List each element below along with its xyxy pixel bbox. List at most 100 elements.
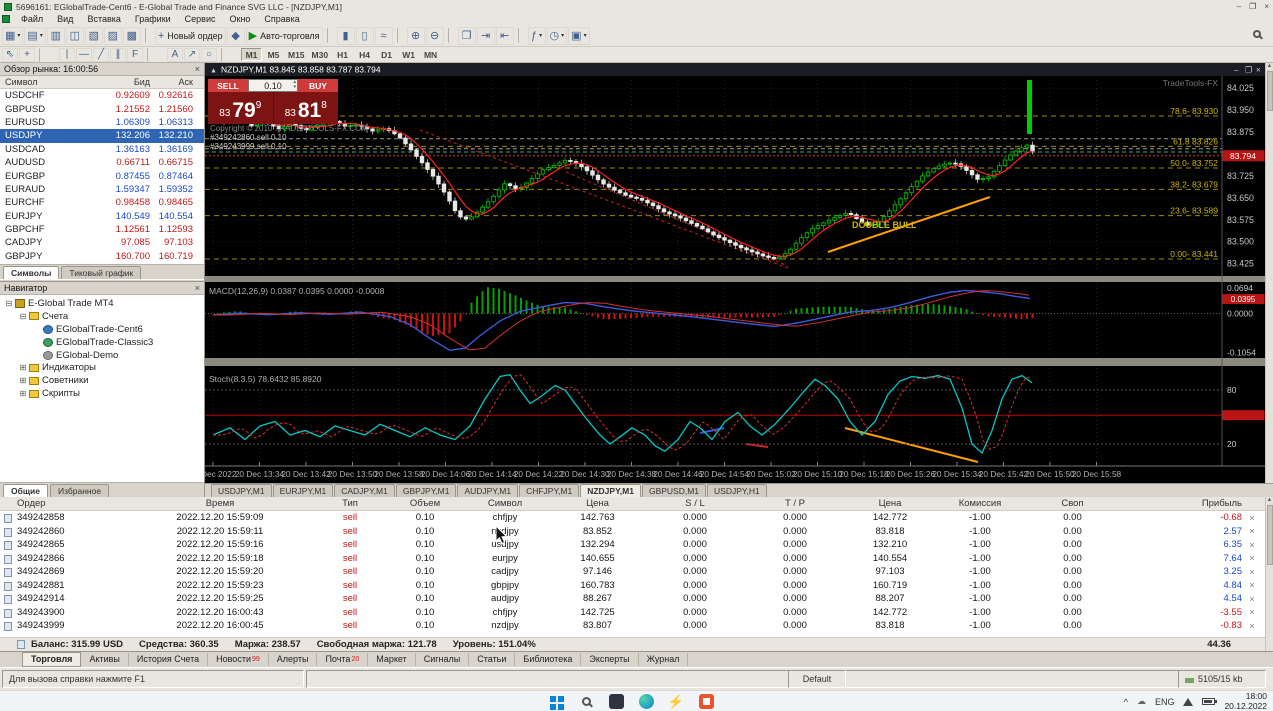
- price-chart[interactable]: ▲NZDJPY,M1 83.845 83.858 83.787 83.794–❐…: [205, 63, 1265, 483]
- candlestick-chart-button[interactable]: ▯: [356, 27, 374, 45]
- chart-shift-button[interactable]: ⇤: [496, 27, 514, 45]
- order-row[interactable]: 349242858 2022.12.20 15:59:09 sell 0.10 …: [0, 511, 1265, 525]
- close-order-button[interactable]: ×: [1242, 526, 1262, 536]
- trendline-tool[interactable]: ╱: [93, 48, 109, 62]
- close-order-button[interactable]: ×: [1242, 553, 1262, 563]
- market-watch-row[interactable]: EURCHF 0.98458 0.98465: [0, 196, 204, 209]
- market-watch-row[interactable]: EURJPY 140.549 140.554: [0, 210, 204, 223]
- edge-browser-icon[interactable]: [638, 694, 654, 710]
- chart-tab-cadjpy-m1[interactable]: CADJPY,M1: [334, 484, 395, 497]
- close-order-button[interactable]: ×: [1242, 580, 1262, 590]
- terminal-tab-news[interactable]: Новости99: [208, 653, 269, 666]
- minimize-button[interactable]: –: [1237, 2, 1241, 11]
- terminal-tab-trade[interactable]: Торговля: [22, 652, 81, 667]
- tf-d1[interactable]: D1: [376, 48, 397, 61]
- terminal-tab-experts[interactable]: Эксперты: [581, 653, 638, 666]
- tf-w1[interactable]: W1: [398, 48, 419, 61]
- crosshair-tool[interactable]: +: [19, 48, 35, 62]
- fibonacci-tool[interactable]: F: [127, 48, 143, 62]
- chart-tab-gbpjpy-m1[interactable]: GBPJPY,M1: [396, 484, 457, 497]
- title-bar[interactable]: 5696161: EGlobalTrade-Cent6 - E-Global T…: [0, 0, 1273, 13]
- menu-item[interactable]: Сервис: [178, 13, 223, 25]
- close-order-button[interactable]: ×: [1242, 513, 1262, 523]
- menu-item[interactable]: Файл: [14, 13, 50, 25]
- data-window-toggle[interactable]: ◫: [66, 27, 84, 45]
- autotrading-button[interactable]: ▶Авто-торговля: [246, 27, 323, 45]
- tf-m5[interactable]: M5: [263, 48, 284, 61]
- navigator-toggle[interactable]: ▧: [85, 27, 103, 45]
- navigator-indicators[interactable]: ⊞ Индикаторы: [0, 361, 204, 374]
- bar-chart-button[interactable]: ▮: [337, 27, 355, 45]
- terminal-tab-articles[interactable]: Статьи: [469, 653, 515, 666]
- line-chart-button[interactable]: ≈: [375, 27, 393, 45]
- market-watch-toggle[interactable]: ▥: [47, 27, 65, 45]
- scroll-thumb[interactable]: [1267, 505, 1273, 565]
- market-watch-row[interactable]: AUDUSD 0.66711 0.66715: [0, 156, 204, 169]
- menu-item[interactable]: Вид: [50, 13, 80, 25]
- market-watch-row[interactable]: GBPCHF 1.12561 1.12593: [0, 223, 204, 236]
- cloud-icon[interactable]: ☁: [1137, 696, 1146, 707]
- expander-icon[interactable]: ⊞: [18, 376, 28, 385]
- close-icon[interactable]: ×: [195, 283, 200, 293]
- tray-chevron-icon[interactable]: ^: [1124, 697, 1128, 707]
- terminal-tab-assets[interactable]: Активы: [81, 653, 128, 666]
- sell-button[interactable]: SELL: [208, 79, 248, 92]
- chart-tab-usdjpy-m1[interactable]: USDJPY,M1: [211, 484, 272, 497]
- terminal-scrollbar[interactable]: ▲: [1265, 497, 1273, 651]
- market-watch-row[interactable]: GBPJPY 160.700 160.719: [0, 250, 204, 263]
- close-order-button[interactable]: ×: [1242, 607, 1262, 617]
- expander-icon[interactable]: ⊟: [18, 312, 28, 321]
- tf-m15[interactable]: M15: [285, 48, 308, 61]
- metaeditor-button[interactable]: ◆: [227, 27, 245, 45]
- order-row[interactable]: 349242866 2022.12.20 15:59:18 sell 0.10 …: [0, 552, 1265, 566]
- chart-tab-nzdjpy-m1[interactable]: NZDJPY,M1: [580, 484, 641, 497]
- terminal-tab-history[interactable]: История Счета: [129, 653, 208, 666]
- menu-item[interactable]: Графики: [128, 13, 178, 25]
- order-row[interactable]: 349242869 2022.12.20 15:59:20 sell 0.10 …: [0, 565, 1265, 579]
- ask-price-display[interactable]: 83 81 8: [273, 92, 339, 124]
- templates-menu-button[interactable]: ▣▾: [568, 27, 589, 45]
- market-watch-row[interactable]: USDCHF 0.92609 0.92616: [0, 89, 204, 102]
- channel-tool[interactable]: ∥: [110, 48, 126, 62]
- arrows-tool[interactable]: ↗: [184, 48, 200, 62]
- order-row[interactable]: 349242865 2022.12.20 15:59:16 sell 0.10 …: [0, 538, 1265, 552]
- order-row[interactable]: 349243900 2022.12.20 16:00:43 sell 0.10 …: [0, 606, 1265, 620]
- strategy-tester-toggle[interactable]: ▩: [123, 27, 141, 45]
- chart-tab-gbpusd-m1[interactable]: GBPUSD,M1: [642, 484, 706, 497]
- market-watch-row[interactable]: GBPUSD 1.21552 1.21560: [0, 102, 204, 115]
- expander-icon[interactable]: ⊞: [18, 363, 28, 372]
- close-order-button[interactable]: ×: [1242, 621, 1262, 631]
- navigator-root[interactable]: ⊟ E-Global Trade MT4: [0, 297, 204, 310]
- shapes-tool[interactable]: ○: [201, 48, 217, 62]
- indicators-menu-button[interactable]: ƒ▾: [528, 27, 546, 45]
- horizontal-line-tool[interactable]: —: [76, 48, 92, 62]
- expander-icon[interactable]: ⊞: [18, 389, 28, 398]
- tab-common[interactable]: Общие: [3, 484, 48, 497]
- account-eglobal-demo[interactable]: EGlobal-Demo: [0, 349, 204, 362]
- close-order-button[interactable]: ×: [1242, 567, 1262, 577]
- account-eglobaltrade-classic3[interactable]: EGlobalTrade-Classic3: [0, 336, 204, 349]
- market-watch-row[interactable]: EURUSD 1.06309 1.06313: [0, 116, 204, 129]
- terminal-tab-alerts[interactable]: Алерты: [269, 653, 318, 666]
- market-watch-row[interactable]: USDCAD 1.36163 1.36169: [0, 143, 204, 156]
- chart-tab-audjpy-m1[interactable]: AUDJPY,M1: [457, 484, 518, 497]
- order-row[interactable]: 349243999 2022.12.20 16:00:45 sell 0.10 …: [0, 619, 1265, 633]
- terminal-tab-mail[interactable]: Почта20: [317, 653, 368, 666]
- bid-price-display[interactable]: 83 79 9: [208, 92, 273, 124]
- terminal-tab-signals[interactable]: Сигналы: [416, 653, 470, 666]
- close-button[interactable]: ×: [1264, 2, 1269, 11]
- menu-item[interactable]: Вставка: [80, 13, 127, 25]
- tab-tick-chart[interactable]: Тиковый график: [61, 266, 141, 279]
- scroll-thumb[interactable]: [1267, 71, 1273, 111]
- start-button[interactable]: [548, 694, 564, 710]
- navigator-accounts-folder[interactable]: ⊟ Счета: [0, 310, 204, 323]
- pinned-app-icon[interactable]: [608, 694, 624, 710]
- status-profile[interactable]: Default: [788, 670, 846, 688]
- vertical-line-tool[interactable]: |: [59, 48, 75, 62]
- tf-m30[interactable]: M30: [309, 48, 332, 61]
- chart-tab-usdjpy-h1[interactable]: USDJPY,H1: [707, 484, 767, 497]
- market-watch-row[interactable]: EURGBP 0.87455 0.87464: [0, 169, 204, 182]
- tf-h1[interactable]: H1: [332, 48, 353, 61]
- new-order-button[interactable]: +Новый ордер: [155, 27, 226, 45]
- close-icon[interactable]: ×: [195, 64, 200, 74]
